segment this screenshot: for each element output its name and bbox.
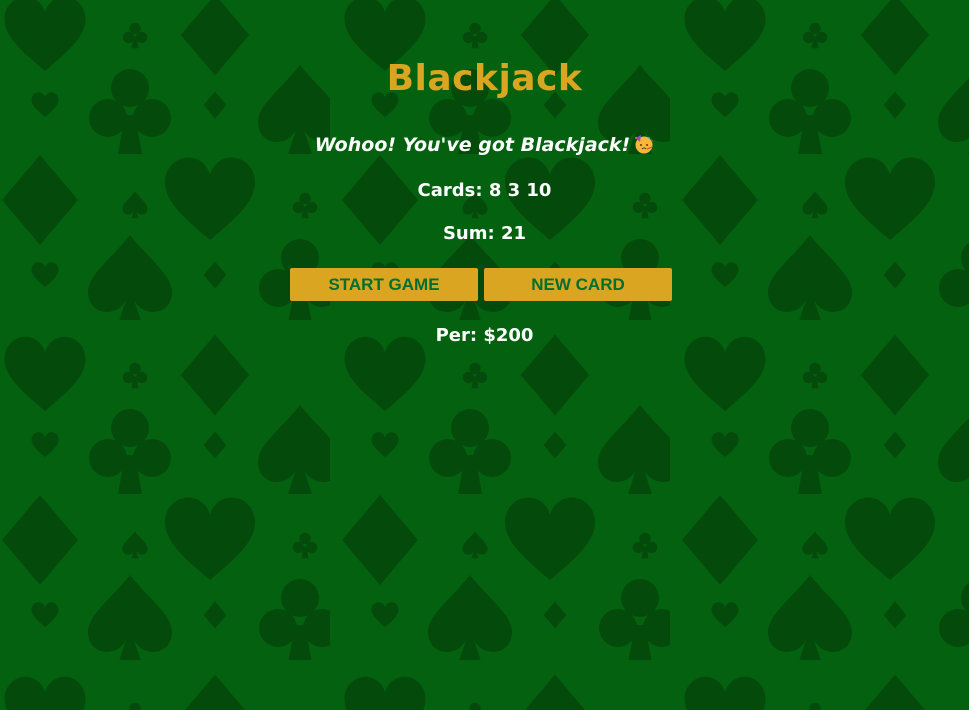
new-card-button[interactable]: NEW CARD <box>484 268 672 301</box>
partying-face-icon <box>635 135 654 154</box>
sum-display: Sum: 21 <box>442 223 527 244</box>
cards-display: Cards: 8 3 10 <box>417 180 552 201</box>
game-message-text: Wohoo! You've got Blackjack! <box>314 134 631 156</box>
page-title: Blackjack <box>386 58 583 99</box>
player-chips-display: Per: $200 <box>435 325 534 346</box>
game-message: Wohoo! You've got Blackjack! <box>0 134 969 156</box>
start-game-button[interactable]: START GAME <box>290 268 478 301</box>
card-suit-background-pattern <box>0 0 969 710</box>
